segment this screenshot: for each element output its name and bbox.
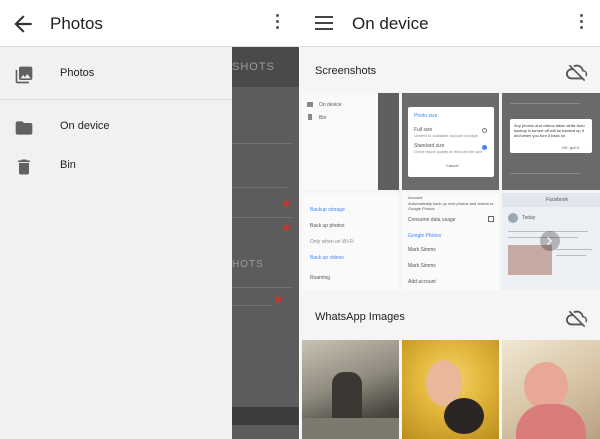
divider (232, 217, 292, 218)
drawer-item-label: Photos (60, 67, 95, 79)
divider (510, 103, 580, 104)
thumb-text: OK, got it (562, 145, 579, 150)
thumb-text: On device (319, 102, 342, 108)
cloud-off-icon[interactable] (566, 307, 588, 329)
thumb-text: Bin (319, 115, 327, 121)
thumb-text: Account (408, 195, 423, 200)
folder-header-screenshots: Screenshots (300, 52, 600, 92)
on-device-app-bar: On device (300, 0, 600, 47)
drawer-divider (0, 99, 232, 100)
drawer-item-label: On device (60, 120, 110, 132)
thumb-text: Backup storage (310, 207, 345, 213)
thumb-text: Only when on Wi-Fi (310, 239, 354, 245)
radio-icon (482, 128, 487, 133)
drawer-item-photos[interactable]: Photos (0, 55, 232, 95)
photo-figure (332, 372, 362, 422)
drawer-item-label: Bin (60, 159, 76, 171)
divider (556, 255, 586, 256)
trash-icon (18, 159, 30, 175)
thumb-text: Mark Simms (408, 247, 436, 253)
avatar (508, 213, 518, 223)
page-title: On device (352, 14, 429, 33)
folder-header-whatsapp: WhatsApp Images (300, 298, 600, 338)
photo-clothing (516, 404, 586, 439)
divider (232, 305, 272, 306)
folder-icon (15, 121, 33, 135)
divider (232, 187, 287, 188)
screenshot-thumbnail[interactable]: On device Bin (302, 93, 399, 190)
more-vert-icon[interactable] (576, 14, 586, 34)
drawer-item-bin[interactable]: Bin (0, 147, 232, 187)
photo-ground (302, 418, 399, 439)
divider (232, 287, 292, 288)
thumb-text: Back up photos (310, 223, 345, 229)
page-title: Photos (50, 14, 103, 33)
folder-name: WhatsApp Images (315, 311, 405, 323)
photo-thumbnail[interactable] (502, 340, 600, 439)
thumb-text: Cancel (446, 163, 459, 168)
photos-screen: SHOTS HOTS Photos Photos On device Bin (0, 0, 299, 439)
trash-icon (308, 114, 312, 120)
screenshot-thumbnail[interactable]: Any photos and videos taken while Auto b… (502, 93, 600, 190)
checkbox-icon (488, 216, 494, 222)
on-device-screen: On device Screenshots On device Bin Phot… (300, 0, 600, 439)
photo-face (524, 362, 568, 410)
thumb-text: Roaming (310, 275, 331, 281)
thumb-text: Automatically back up new photos and vid… (408, 201, 494, 211)
divider (232, 143, 292, 144)
next-arrow-button[interactable] (540, 231, 560, 251)
thumb-text: Photo size (414, 113, 438, 119)
thumb-text: Limited to available account storage (414, 133, 478, 138)
thumb-text: Today (522, 215, 536, 221)
thumb-text: Add account (408, 279, 436, 285)
background-tab-text: SHOTS (232, 61, 275, 73)
screenshot-thumbnail[interactable]: Photo size Full size Limited to availabl… (402, 93, 499, 190)
thumb-text: Consume data usage (408, 217, 456, 223)
photo-thumbnail[interactable] (302, 340, 399, 439)
thumb-text: Mark Simms (408, 263, 436, 269)
divider (556, 249, 592, 250)
photo-thumbnail[interactable] (402, 340, 499, 439)
more-vert-icon[interactable] (272, 14, 282, 34)
arrow-back-icon[interactable] (10, 11, 36, 37)
screenshot-thumbnail[interactable]: Account Automatically back up new photos… (402, 193, 499, 290)
cloud-off-icon[interactable] (566, 61, 588, 83)
folder-name: Screenshots (315, 65, 377, 77)
red-marker (284, 225, 289, 230)
photos-app-bar: Photos (0, 0, 299, 47)
chevron-right-icon (547, 237, 552, 245)
red-marker (276, 297, 281, 302)
divider (510, 173, 580, 174)
drawer-item-on-device[interactable]: On device (0, 108, 232, 148)
thumb-text: Google Photos (408, 233, 442, 239)
thumb-text: Great visual quality at reduced file siz… (414, 149, 483, 154)
dimmed-area (378, 93, 399, 190)
background-footer (232, 407, 299, 425)
thumb-text: Any photos and videos taken while Auto b… (514, 123, 585, 138)
hamburger-menu-icon[interactable] (315, 16, 333, 30)
folder-icon (307, 102, 313, 107)
background-tab-text: HOTS (232, 259, 264, 270)
thumb-text: Back up videos (310, 255, 344, 261)
screenshot-thumbnail[interactable]: Facebook Today (502, 193, 600, 290)
dimmed-background-screen[interactable]: SHOTS HOTS (232, 47, 299, 439)
thumb-text: Facebook (546, 197, 568, 203)
photo-library-icon (15, 66, 33, 84)
photo-dark-shape (444, 398, 484, 434)
navigation-drawer: Photos On device Bin (0, 47, 232, 439)
radio-icon (482, 145, 487, 150)
screenshot-thumbnail[interactable]: Backup storage Back up photos Only when … (302, 193, 399, 290)
red-marker (284, 201, 289, 206)
